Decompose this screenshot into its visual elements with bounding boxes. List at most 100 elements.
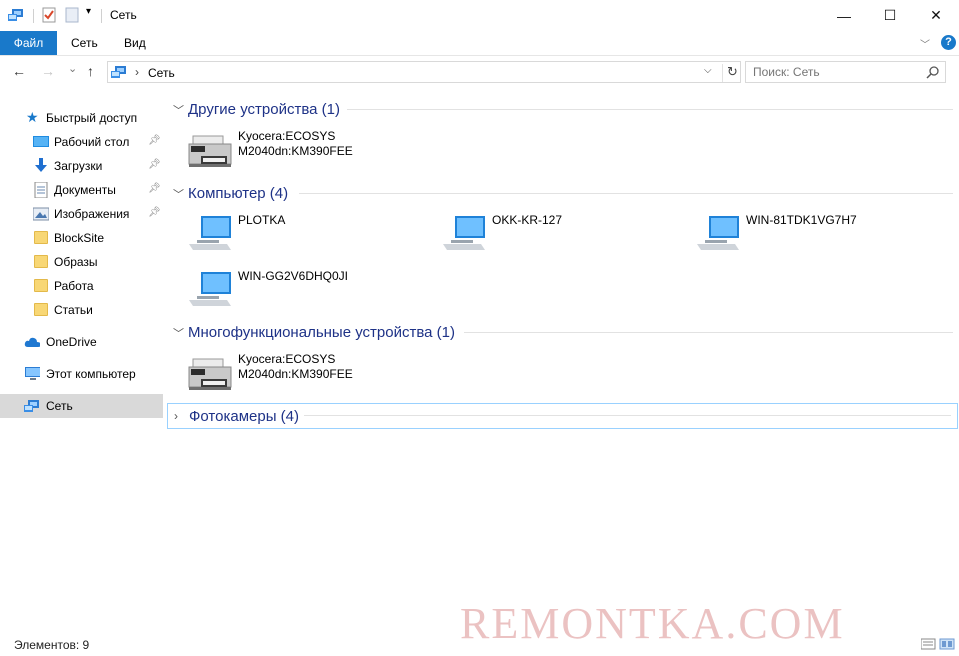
- group-title: Многофункциональные устройства (1): [188, 324, 455, 341]
- computer-name: OKK-KR-127: [492, 213, 563, 227]
- computer-item[interactable]: PLOTKA: [187, 213, 427, 259]
- sidebar-item-label: Работа: [54, 279, 94, 293]
- pictures-icon: [33, 207, 49, 221]
- maximize-button[interactable]: ☐: [867, 0, 913, 31]
- printer-icon: [188, 358, 232, 390]
- forward-button[interactable]: →: [41, 63, 55, 79]
- navigation-pane: ★ Быстрый доступ Рабочий стол 📌︎ Загрузк…: [0, 100, 165, 630]
- help-icon[interactable]: ?: [941, 35, 956, 50]
- breadcrumb-separator[interactable]: ›: [135, 65, 139, 79]
- sidebar-item-documents[interactable]: Документы 📌︎: [0, 178, 163, 202]
- sidebar-item-this-pc[interactable]: Этот компьютер: [0, 362, 163, 386]
- ribbon: Файл Сеть Вид ﹀ ?: [0, 31, 959, 55]
- sidebar-item-label: Изображения: [54, 207, 130, 221]
- back-button[interactable]: ←: [12, 63, 26, 79]
- sidebar-item-label: BlockSite: [54, 231, 105, 245]
- recent-locations-button[interactable]: ⌄: [68, 62, 77, 75]
- computer-icon: [697, 216, 739, 250]
- computer-name: WIN-81TDK1VG7H7: [746, 213, 857, 227]
- download-icon: [35, 158, 47, 172]
- network-icon: [111, 66, 126, 78]
- up-button[interactable]: ↑: [87, 63, 94, 79]
- new-folder-icon[interactable]: [65, 7, 79, 23]
- device-item[interactable]: Kyocera:ECOSYS M2040dn:KM390FEE: [187, 352, 427, 398]
- refresh-icon[interactable]: ↻: [722, 64, 738, 82]
- cloud-icon: [24, 337, 40, 347]
- pin-icon: 📌︎: [148, 183, 161, 194]
- search-icon[interactable]: [926, 65, 940, 79]
- watermark: REMONTKA.COM: [460, 599, 845, 648]
- breadcrumb-network[interactable]: Сеть: [148, 66, 175, 80]
- group-title: Компьютер (4): [188, 185, 289, 202]
- computer-item[interactable]: WIN-GG2V6DHQ0JI: [187, 269, 427, 315]
- view-switcher: [920, 638, 955, 653]
- address-dropdown-icon[interactable]: ⌵: [704, 65, 712, 76]
- status-items-count: Элементов: 9: [14, 638, 90, 652]
- computer-name: WIN-GG2V6DHQ0JI: [238, 269, 349, 283]
- sidebar-item-label: Статьи: [54, 303, 93, 317]
- sidebar-item-images-folder[interactable]: Образы: [0, 250, 163, 274]
- sidebar-item-desktop[interactable]: Рабочий стол 📌︎: [0, 130, 163, 154]
- customize-quick-access-icon[interactable]: ▾: [86, 6, 91, 17]
- sidebar-item-blocksite[interactable]: BlockSite: [0, 226, 163, 250]
- network-icon[interactable]: [7, 7, 25, 23]
- properties-icon[interactable]: [42, 7, 56, 23]
- document-icon: [34, 182, 48, 198]
- sidebar-item-downloads[interactable]: Загрузки 📌︎: [0, 154, 163, 178]
- sidebar-item-work[interactable]: Работа: [0, 274, 163, 298]
- device-name-line1: Kyocera:ECOSYS: [238, 129, 336, 143]
- folder-icon: [34, 279, 48, 292]
- group-header-cameras[interactable]: › Фотокамеры (4): [167, 403, 958, 429]
- desktop-icon: [33, 136, 49, 147]
- search-input[interactable]: [747, 63, 917, 81]
- sidebar-item-quick-access[interactable]: ★ Быстрый доступ: [0, 106, 163, 130]
- address-bar[interactable]: › Сеть ⌵ ↻: [107, 61, 741, 83]
- sidebar-item-label: Быстрый доступ: [46, 111, 138, 125]
- device-name-line2: M2040dn:KM390FEE: [238, 367, 353, 381]
- title-bar: ▾ Сеть — ☐ ✕: [0, 0, 959, 31]
- window-title: Сеть: [110, 8, 137, 22]
- computer-icon: [25, 367, 40, 380]
- sidebar-item-network[interactable]: Сеть: [0, 394, 163, 418]
- tab-view[interactable]: Вид: [110, 31, 160, 55]
- sidebar-item-label: Образы: [54, 255, 98, 269]
- computer-name: PLOTKA: [238, 213, 286, 227]
- chevron-down-icon: ﹀: [173, 105, 184, 117]
- sidebar-item-articles[interactable]: Статьи: [0, 298, 163, 322]
- printer-icon: [188, 135, 232, 167]
- expand-ribbon-icon[interactable]: ﹀: [920, 36, 930, 51]
- close-button[interactable]: ✕: [913, 0, 959, 31]
- pin-icon: 📌︎: [148, 135, 161, 146]
- file-list: ﹀ Другие устройства (1) Kyocera:ECOSYS M…: [167, 95, 959, 630]
- minimize-button[interactable]: —: [821, 0, 867, 31]
- tab-network[interactable]: Сеть: [57, 31, 112, 55]
- group-header-other-devices[interactable]: ﹀ Другие устройства (1): [167, 97, 959, 121]
- group-header-multifunction[interactable]: ﹀ Многофункциональные устройства (1): [167, 320, 959, 344]
- pin-icon: 📌︎: [148, 207, 161, 218]
- sidebar-item-pictures[interactable]: Изображения 📌︎: [0, 202, 163, 226]
- sidebar-item-label: Этот компьютер: [46, 367, 136, 381]
- sidebar-item-label: Загрузки: [54, 159, 103, 173]
- computer-icon: [189, 216, 231, 250]
- tab-file[interactable]: Файл: [0, 31, 57, 55]
- folder-icon: [34, 255, 48, 268]
- group-header-computers[interactable]: ﹀ Компьютер (4): [167, 181, 959, 205]
- star-icon: ★: [26, 109, 39, 125]
- pin-icon: 📌︎: [148, 159, 161, 170]
- sidebar-item-label: Сеть: [46, 399, 73, 413]
- computer-item[interactable]: OKK-KR-127: [441, 213, 681, 259]
- sidebar-item-label: OneDrive: [46, 335, 97, 349]
- device-item[interactable]: Kyocera:ECOSYS M2040dn:KM390FEE: [187, 129, 427, 175]
- computer-item[interactable]: WIN-81TDK1VG7H7: [695, 213, 935, 259]
- group-title: Фотокамеры (4): [189, 408, 299, 425]
- folder-icon: [34, 303, 48, 316]
- network-icon: [24, 400, 39, 412]
- sidebar-item-label: Рабочий стол: [54, 135, 130, 149]
- chevron-down-icon: ﹀: [173, 189, 184, 201]
- search-box[interactable]: [745, 61, 946, 83]
- view-toggle-icons[interactable]: [920, 638, 955, 650]
- group-title: Другие устройства (1): [188, 101, 340, 118]
- computer-icon: [189, 272, 231, 306]
- device-name-line2: M2040dn:KM390FEE: [238, 144, 353, 158]
- sidebar-item-onedrive[interactable]: OneDrive: [0, 330, 163, 354]
